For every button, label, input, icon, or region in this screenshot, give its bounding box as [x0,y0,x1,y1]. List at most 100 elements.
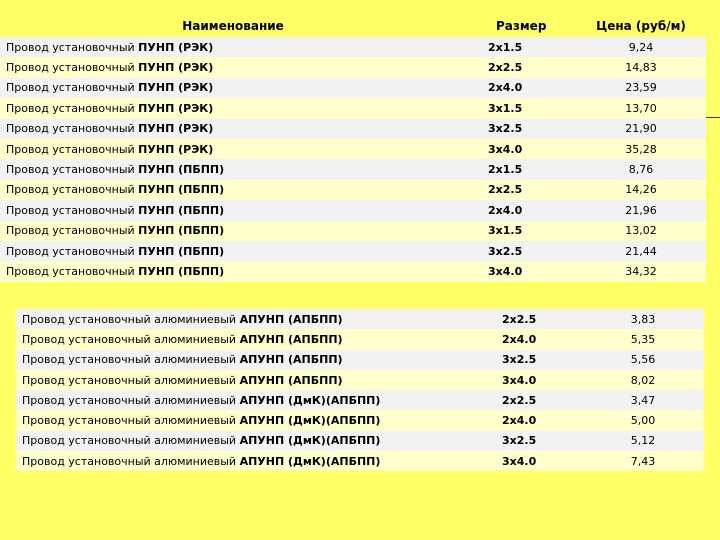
header-price: Цена (руб/м) [596,19,686,33]
product-price: 5,35 [630,332,656,346]
product-name: Провод установочный ПУНП (ПБПП) [0,245,466,258]
product-name: Провод установочный алюминиевый АПУНП (А… [16,333,482,346]
product-name: Провод установочный ПУНП (ПБПП) [0,265,466,278]
table-row: Провод установочный ПУНП (ПБПП) 3х1.5 13,0… [0,220,706,241]
product-size: 2х4.0 [488,203,523,217]
product-brand: ПУНП (ПБПП) [138,163,225,177]
table-row: Провод установочный ПУНП (РЭК) 2х4.0 23,59 [0,77,706,99]
product-prefix: Провод установочный алюминиевый [22,454,240,468]
product-brand: АПУНП (ДмК)(АПБПП) [239,393,381,407]
product-name: Провод установочный ПУНП (РЭК) [0,61,466,74]
product-brand: ПУНП (РЭК) [138,101,214,115]
product-brand: ПУНП (РЭК) [138,81,214,95]
table-row: Провод установочный ПУНП (ПБПП) 2х4.0 21,9… [0,200,706,221]
table-row: Провод установочный ПУНП (ПБПП) 3х2.5 21,4… [0,240,706,262]
product-size: 2х2.5 [488,183,523,197]
table-row: Провод установочный ПУНП (РЭК) 3х2.5 21,90 [0,118,706,139]
product-price: 3,83 [630,312,656,326]
product-size: 3х2.5 [488,244,523,258]
table-row: Провод установочный алюминиевый АПУНП (Д… [16,451,704,472]
product-price: 7,43 [630,454,656,468]
product-prefix: Провод установочный [6,183,139,197]
product-name: Провод установочный ПУНП (РЭК) [0,41,466,54]
decorative-line [706,117,720,118]
product-size: 3х1.5 [488,224,523,238]
product-size: 3х1.5 [488,101,523,115]
product-brand: ПУНП (РЭК) [138,122,214,136]
product-size: 2х4.0 [502,414,537,428]
product-name: Провод установочный ПУНП (ПБПП) [0,204,466,217]
table-row: Провод установочный алюминиевый АПУНП (А… [16,349,704,370]
product-size: 2х2.5 [502,312,537,326]
product-price: 35,28 [625,142,657,156]
product-price: 5,12 [630,434,656,448]
product-brand: АПУНП (ДмК)(АПБПП) [239,434,381,448]
product-name: Провод установочный алюминиевый АПУНП (Д… [16,394,482,407]
product-price: 21,44 [625,244,657,258]
table-row: Провод установочный алюминиевый АПУНП (Д… [16,410,704,431]
product-price: 5,56 [630,353,656,367]
product-prefix: Провод установочный [6,244,139,258]
header-size: Размер [496,19,547,33]
table-row: Провод установочный алюминиевый АПУНП (А… [16,329,704,350]
product-brand: ПУНП (ПБПП) [138,244,225,258]
product-name: Провод установочный алюминиевый АПУНП (А… [16,353,482,366]
table-header: Наименование Размер Цена (руб/м) [0,15,706,37]
product-name: Провод установочный ПУНП (ПБПП) [0,224,466,237]
product-size: 2х1.5 [488,40,523,54]
table-row: Провод установочный алюминиевый АПУНП (Д… [16,390,704,411]
product-prefix: Провод установочный [6,163,139,177]
product-prefix: Провод установочный [6,203,139,217]
product-prefix: Провод установочный алюминиевый [22,373,240,387]
product-size: 3х2.5 [502,353,537,367]
price-table-aluminium: Провод установочный алюминиевый АПУНП (А… [16,309,704,472]
product-prefix: Провод установочный [6,122,139,136]
table-row: Провод установочный ПУНП (РЭК) 2х2.5 14,83 [0,57,706,78]
product-size: 2х1.5 [488,163,523,177]
product-price: 9,24 [628,40,654,54]
product-name: Провод установочный алюминиевый АПУНП (Д… [16,434,482,447]
product-brand: АПУНП (АПБПП) [239,312,343,326]
product-size: 3х4.0 [488,264,523,278]
product-brand: ПУНП (РЭК) [138,40,214,54]
product-prefix: Провод установочный [6,81,139,95]
product-brand: ПУНП (РЭК) [138,61,214,75]
product-brand: ПУНП (ПБПП) [138,264,225,278]
product-price: 3,47 [630,393,656,407]
product-prefix: Провод установочный алюминиевый [22,312,240,326]
product-price: 8,02 [630,373,656,387]
product-price: 14,83 [625,61,657,75]
product-prefix: Провод установочный [6,224,139,238]
product-name: Провод установочный ПУНП (РЭК) [0,122,466,135]
product-prefix: Провод установочный алюминиевый [22,434,240,448]
product-price: 8,76 [628,163,654,177]
table-row: Провод установочный ПУНП (ПБПП) 2х2.5 14,2… [0,179,706,201]
product-name: Провод установочный алюминиевый АПУНП (Д… [16,414,482,427]
product-name: Провод установочный алюминиевый АПУНП (А… [16,313,482,326]
product-prefix: Провод установочный [6,101,139,115]
product-brand: АПУНП (АПБПП) [239,373,343,387]
product-prefix: Провод установочный алюминиевый [22,414,240,428]
product-price: 14,26 [625,183,657,197]
product-brand: ПУНП (ПБПП) [138,203,225,217]
product-prefix: Провод установочный алюминиевый [22,393,240,407]
product-size: 3х2.5 [488,122,523,136]
product-name: Провод установочный ПУНП (РЭК) [0,143,466,156]
product-name: Провод установочный ПУНП (РЭК) [0,81,466,94]
table-row: Провод установочный алюминиевый АПУНП (Д… [16,430,704,452]
product-price: 21,96 [625,203,657,217]
product-size: 3х4.0 [502,373,537,387]
product-price: 5,00 [630,414,656,428]
table-row: Провод установочный ПУНП (ПБПП) 3х4.0 34,3… [0,261,706,282]
product-price: 23,59 [625,81,657,95]
product-price: 13,70 [625,101,657,115]
price-table-copper: Наименование Размер Цена (руб/м) Провод … [0,15,706,282]
table-row: Провод установочный ПУНП (РЭК) 3х4.0 35,28 [0,138,706,160]
product-name: Провод установочный ПУНП (ПБПП) [0,183,466,196]
product-price: 13,02 [625,224,657,238]
product-size: 3х4.0 [502,454,537,468]
product-prefix: Провод установочный алюминиевый [22,332,240,346]
table-row: Провод установочный алюминиевый АПУНП (А… [16,309,704,330]
product-brand: ПУНП (РЭК) [138,142,214,156]
product-brand: АПУНП (АПБПП) [239,353,343,367]
